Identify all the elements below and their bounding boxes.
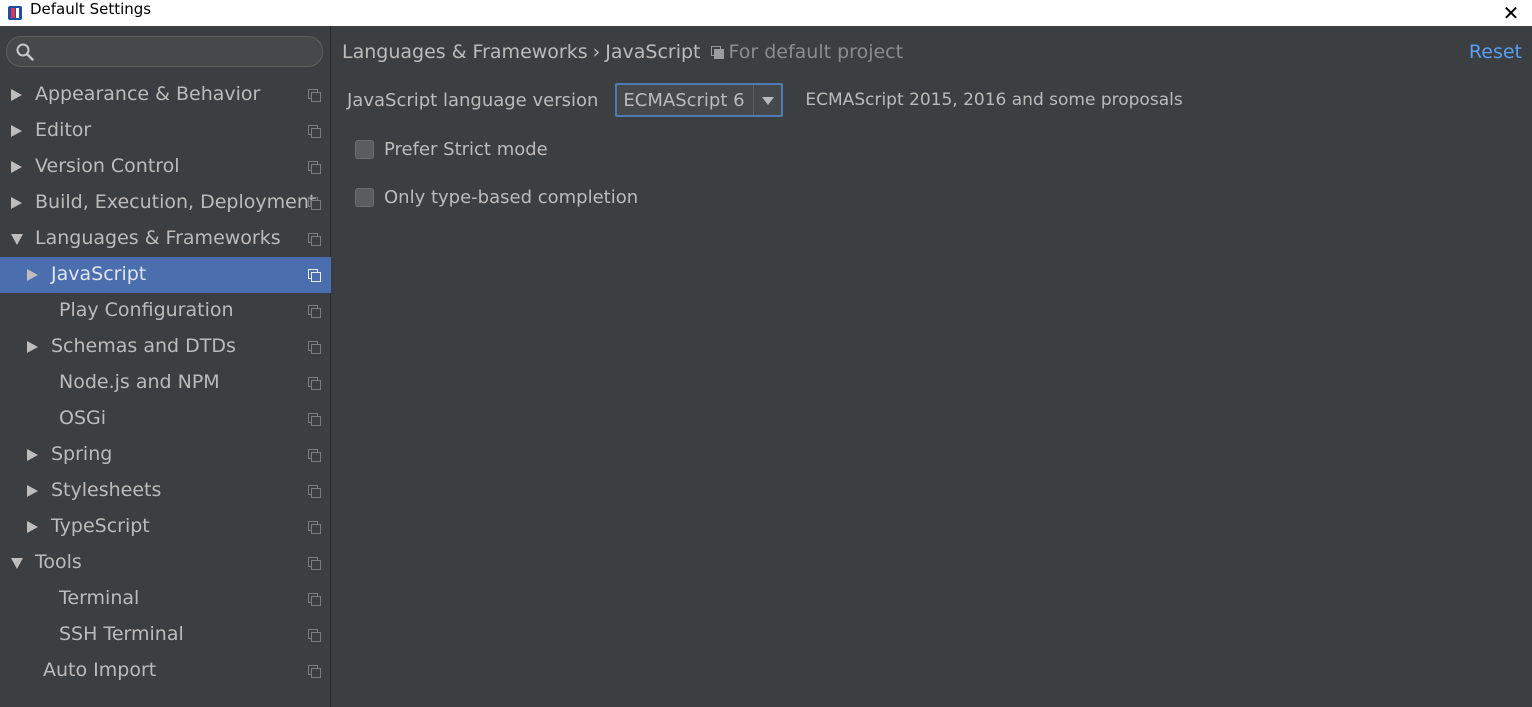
copy-settings-icon (308, 161, 321, 174)
sidebar-item-node-js-and-npm[interactable]: Node.js and NPM (0, 365, 331, 401)
collapsed-arrow-icon[interactable] (11, 197, 22, 209)
sidebar-item-label: OSGi (59, 407, 107, 429)
sidebar-item-label: Auto Import (43, 659, 157, 681)
copy-settings-icon (308, 89, 321, 102)
project-scope: For default project (710, 41, 904, 63)
copy-settings-icon (308, 125, 321, 138)
copy-settings-icon (308, 197, 321, 210)
copy-settings-icon (308, 233, 321, 246)
search-icon (16, 43, 34, 61)
sidebar-item-label: Version Control (35, 155, 180, 177)
sidebar-item-label: Appearance & Behavior (35, 83, 261, 105)
copy-settings-icon (710, 46, 724, 59)
language-version-label: JavaScript language version (347, 89, 599, 111)
sidebar-item-play-configuration[interactable]: Play Configuration (0, 293, 331, 329)
sidebar-item-auto-import[interactable]: Auto Import (0, 653, 331, 689)
sidebar-item-languages-and-frameworks[interactable]: Languages & Frameworks (0, 221, 331, 257)
sidebar-item-version-control[interactable]: Version Control (0, 149, 331, 185)
close-icon[interactable]: ✕ (1498, 0, 1524, 26)
copy-settings-icon (308, 665, 321, 678)
sidebar-item-appearance-and-behavior[interactable]: Appearance & Behavior (0, 77, 331, 113)
breadcrumb-separator: › (592, 41, 601, 63)
collapsed-arrow-icon[interactable] (11, 161, 22, 173)
intellij-app-icon (8, 6, 22, 20)
collapsed-arrow-icon[interactable] (27, 521, 38, 533)
sidebar-item-build-execution-deployment[interactable]: Build, Execution, Deployment (0, 185, 331, 221)
sidebar-item-stylesheets[interactable]: Stylesheets (0, 473, 331, 509)
language-version-description: ECMAScript 2015, 2016 and some proposals (805, 90, 1183, 110)
sidebar-item-label: Spring (51, 443, 113, 465)
collapsed-arrow-icon[interactable] (11, 89, 22, 101)
sidebar-item-editor[interactable]: Editor (0, 113, 331, 149)
sidebar-item-label: Editor (35, 119, 92, 141)
sidebar-item-label: Terminal (59, 587, 140, 609)
sidebar-item-javascript[interactable]: JavaScript (0, 257, 331, 293)
sidebar-item-spring[interactable]: Spring (0, 437, 331, 473)
project-scope-label: For default project (728, 41, 904, 63)
language-version-row: JavaScript language version ECMAScript 6… (347, 83, 1183, 117)
language-version-select[interactable]: ECMAScript 6 (615, 83, 784, 117)
type-based-completion-row[interactable]: Only type-based completion (355, 184, 638, 210)
type-based-completion-label[interactable]: Only type-based completion (384, 187, 638, 208)
copy-settings-icon (308, 269, 321, 282)
collapsed-arrow-icon[interactable] (27, 449, 38, 461)
sidebar-item-label: Node.js and NPM (59, 371, 220, 393)
sidebar-item-ssh-terminal[interactable]: SSH Terminal (0, 617, 331, 653)
reset-link[interactable]: Reset (1469, 41, 1522, 63)
breadcrumb-parent[interactable]: Languages & Frameworks (342, 41, 588, 63)
copy-settings-icon (308, 305, 321, 318)
copy-settings-icon (308, 341, 321, 354)
sidebar-item-label: Play Configuration (59, 299, 234, 321)
copy-settings-icon (308, 485, 321, 498)
copy-settings-icon (308, 629, 321, 642)
expanded-arrow-icon[interactable] (11, 234, 23, 245)
sidebar-item-tools[interactable]: Tools (0, 545, 331, 581)
type-based-completion-checkbox[interactable] (355, 187, 374, 207)
prefer-strict-mode-row[interactable]: Prefer Strict mode (355, 136, 548, 162)
settings-content-panel: Languages & Frameworks › JavaScript For … (332, 26, 1532, 707)
prefer-strict-mode-checkbox[interactable] (355, 139, 374, 159)
collapsed-arrow-icon[interactable] (27, 485, 38, 497)
settings-sidebar: Appearance & Behavior Editor Version Contr… (0, 26, 331, 707)
sidebar-item-typescript[interactable]: TypeScript (0, 509, 331, 545)
sidebar-item-label: JavaScript (51, 263, 147, 285)
copy-settings-icon (308, 521, 321, 534)
sidebar-item-label: Schemas and DTDs (51, 335, 236, 357)
sidebar-item-label: Build, Execution, Deployment (35, 191, 317, 213)
copy-settings-icon (308, 377, 321, 390)
copy-settings-icon (308, 557, 321, 570)
language-version-value: ECMAScript 6 (623, 90, 745, 111)
window-title: Default Settings (30, 0, 152, 18)
settings-tree: Appearance & Behavior Editor Version Contr… (0, 77, 331, 689)
collapsed-arrow-icon[interactable] (27, 269, 38, 281)
chevron-down-icon[interactable] (753, 85, 781, 115)
sidebar-item-terminal[interactable]: Terminal (0, 581, 331, 617)
sidebar-item-label: Tools (35, 551, 82, 573)
sidebar-item-label: TypeScript (51, 515, 150, 537)
prefer-strict-mode-label[interactable]: Prefer Strict mode (384, 139, 548, 160)
copy-settings-icon (308, 593, 321, 606)
sidebar-item-label: Stylesheets (51, 479, 162, 501)
search-input[interactable] (41, 41, 311, 63)
breadcrumb-current: JavaScript (605, 41, 701, 63)
collapsed-arrow-icon[interactable] (27, 341, 38, 353)
breadcrumb: Languages & Frameworks › JavaScript For … (342, 41, 903, 63)
sidebar-item-label: SSH Terminal (59, 623, 184, 645)
copy-settings-icon (308, 413, 321, 426)
sidebar-item-osgi[interactable]: OSGi (0, 401, 331, 437)
title-bar: Default Settings ✕ (0, 0, 1532, 26)
expanded-arrow-icon[interactable] (11, 558, 23, 569)
search-box[interactable] (6, 36, 323, 67)
sidebar-item-label: Languages & Frameworks (35, 227, 281, 249)
collapsed-arrow-icon[interactable] (11, 125, 22, 137)
copy-settings-icon (308, 449, 321, 462)
sidebar-item-schemas-and-dtds[interactable]: Schemas and DTDs (0, 329, 331, 365)
